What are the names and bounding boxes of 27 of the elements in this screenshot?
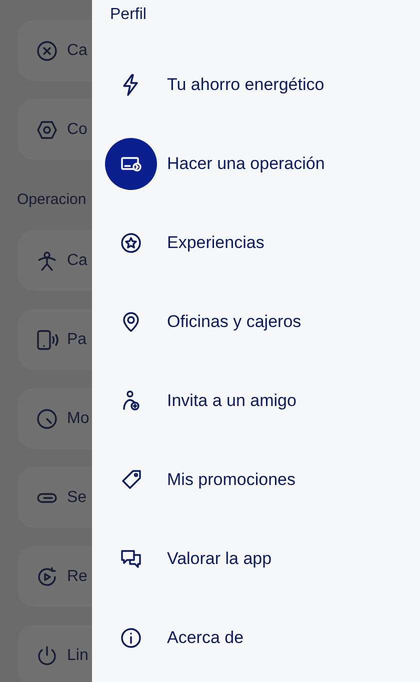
card-label: Ca xyxy=(67,250,88,270)
section-heading: Operacion xyxy=(17,190,86,210)
card-label: Se xyxy=(67,488,87,508)
card-label: Lin xyxy=(67,646,88,666)
power-icon xyxy=(35,644,59,668)
menu-item[interactable]: Mis promociones xyxy=(167,466,296,492)
star-circle-icon xyxy=(119,230,143,254)
card-label: Pa xyxy=(67,330,87,350)
info-icon xyxy=(119,626,143,650)
menu-item[interactable]: Hacer una operación xyxy=(167,150,325,176)
menu-item[interactable]: Experiencias xyxy=(167,230,264,256)
phone-waves-icon xyxy=(35,328,59,352)
replay-icon xyxy=(35,564,59,588)
menu-item[interactable]: Invita a un amigo xyxy=(167,388,296,414)
menu-item[interactable]: Valorar la app xyxy=(167,546,272,572)
card-label: Re xyxy=(67,566,88,586)
card-label: Co xyxy=(67,120,88,140)
menu-item[interactable]: Acerca de xyxy=(167,624,244,650)
person-icon xyxy=(35,248,59,272)
section-title: Perfil xyxy=(110,6,146,23)
tag-icon xyxy=(119,468,143,492)
card-label: Mo xyxy=(67,408,90,428)
gauge-icon xyxy=(35,406,59,430)
menu-item[interactable]: Tu ahorro energético xyxy=(167,72,324,98)
card-label: Ca xyxy=(67,40,88,60)
menu-item[interactable]: Oficinas y cajeros xyxy=(167,308,302,334)
close-circle-icon xyxy=(35,38,59,62)
